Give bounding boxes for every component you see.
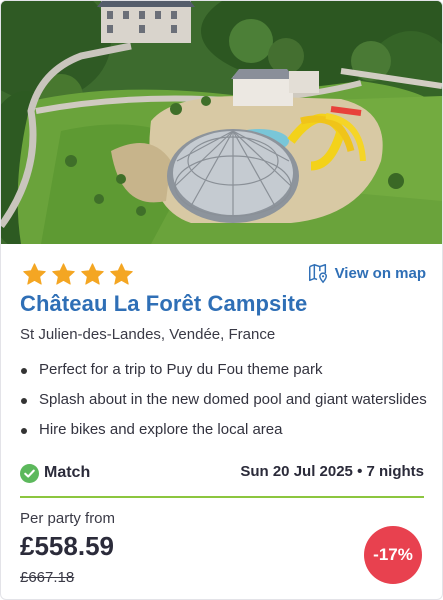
match-badge: Match bbox=[20, 462, 90, 484]
feature-item: Perfect for a trip to Puy du Fou theme p… bbox=[20, 357, 430, 387]
map-pin-icon bbox=[308, 264, 327, 284]
campsite-card[interactable]: View on map Château La Forêt Campsite St… bbox=[0, 0, 443, 600]
original-price: £667.18 bbox=[20, 569, 75, 586]
feature-item: Hire bikes and explore the local area bbox=[20, 417, 430, 447]
star-icon bbox=[110, 263, 133, 285]
check-circle-icon bbox=[20, 463, 39, 483]
card-details: View on map Château La Forêt Campsite St… bbox=[1, 244, 442, 599]
view-on-map-label[interactable]: View on map bbox=[335, 265, 426, 282]
feature-list: Perfect for a trip to Puy du Fou theme p… bbox=[20, 357, 430, 447]
campsite-photo[interactable] bbox=[1, 1, 442, 244]
divider bbox=[20, 496, 424, 498]
discount-badge: -17% bbox=[364, 526, 422, 584]
feature-item: Splash about in the new domed pool and g… bbox=[20, 387, 430, 417]
star-icon bbox=[52, 263, 75, 285]
price-prefix: Per party from bbox=[20, 510, 116, 527]
rating-stars bbox=[22, 262, 134, 288]
campsite-title[interactable]: Château La Forêt Campsite bbox=[20, 291, 307, 317]
view-on-map-link[interactable]: View on map bbox=[307, 262, 426, 284]
trip-dates: Sun 20 Jul 2025 • 7 nights bbox=[240, 463, 424, 480]
aerial-campsite-image bbox=[1, 1, 442, 244]
campsite-location: St Julien-des-Landes, Vendée, France bbox=[20, 326, 276, 343]
star-icon bbox=[81, 263, 104, 285]
match-label: Match bbox=[44, 464, 91, 481]
star-icon bbox=[23, 263, 46, 285]
price: £558.59 bbox=[20, 531, 114, 561]
